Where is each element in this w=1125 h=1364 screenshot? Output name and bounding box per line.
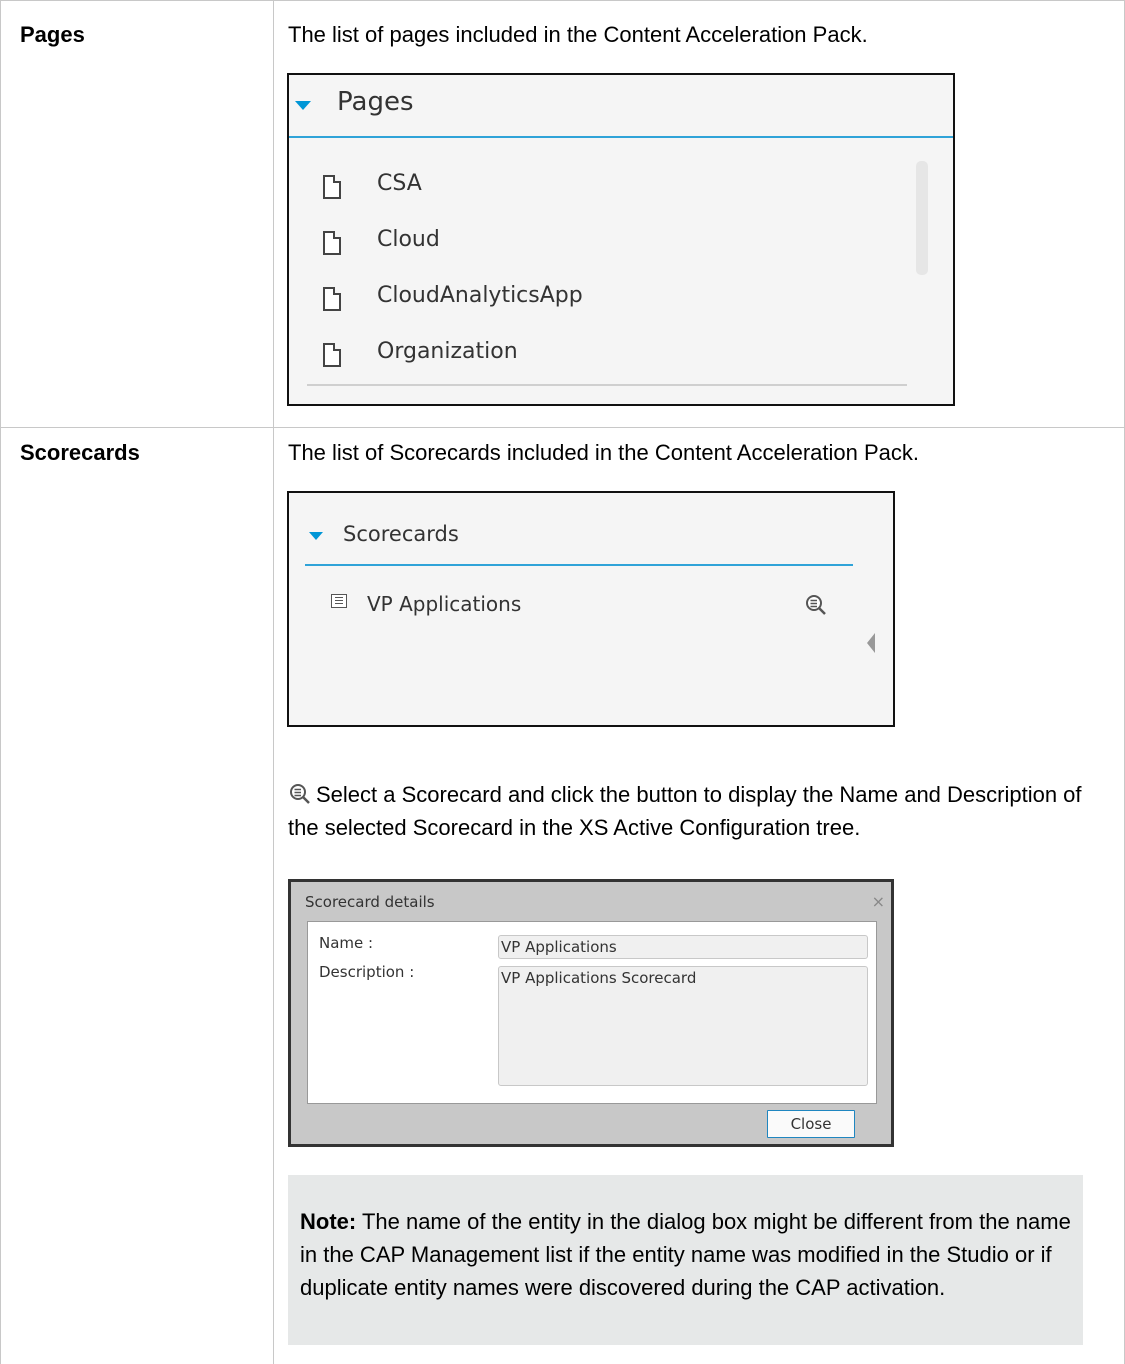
- row-label-pages: Pages: [20, 22, 85, 47]
- table-top-border: [0, 0, 1125, 1]
- note-box: Note: The name of the entity in the dial…: [288, 1175, 1083, 1345]
- list-item-label: CSA: [377, 171, 422, 196]
- note-text: The name of the entity in the dialog box…: [300, 1209, 1071, 1300]
- close-button[interactable]: Close: [767, 1110, 855, 1138]
- close-x-icon[interactable]: ×: [872, 892, 885, 911]
- scorecard-details-dialog: Scorecard details × Name : VP Applicatio…: [288, 879, 894, 1147]
- details-text: Select a Scorecard and click the button …: [288, 782, 1082, 840]
- row-description-pages: The list of pages included in the Conten…: [288, 22, 868, 47]
- list-item-label: Cloud: [377, 227, 440, 252]
- details-paragraph: Select a Scorecard and click the button …: [288, 778, 1088, 844]
- grid-list-icon: [331, 594, 347, 608]
- table-left-border: [0, 0, 1, 1364]
- page-icon: [323, 343, 341, 367]
- name-label: Name :: [319, 934, 374, 952]
- page-icon: [323, 287, 341, 311]
- list-item-label: Organization: [377, 339, 518, 364]
- description-label: Description :: [319, 963, 415, 981]
- scorecards-panel: Scorecards VP Applications: [287, 491, 895, 727]
- column-divider: [273, 0, 274, 1364]
- pages-panel-title[interactable]: Pages: [337, 87, 414, 117]
- list-item-label: CloudAnalyticsApp: [377, 283, 583, 308]
- panel-title-underline: [289, 136, 953, 138]
- row-divider: [0, 427, 1125, 428]
- note-label: Note:: [300, 1209, 357, 1234]
- panel-title-underline: [305, 564, 853, 566]
- name-field[interactable]: VP Applications: [498, 935, 868, 959]
- page-icon: [323, 175, 341, 199]
- magnifier-details-icon[interactable]: [805, 594, 827, 616]
- collapse-left-icon[interactable]: [867, 633, 875, 653]
- content-table: Pages The list of pages included in the …: [0, 0, 1125, 1364]
- list-bottom-divider: [307, 384, 907, 386]
- dialog-title: Scorecard details: [305, 893, 435, 911]
- magnifier-details-icon: [290, 784, 310, 804]
- caret-down-icon[interactable]: [309, 532, 323, 540]
- description-field[interactable]: VP Applications Scorecard: [498, 966, 868, 1086]
- list-item-label: VP Applications: [367, 592, 522, 616]
- page-icon: [323, 231, 341, 255]
- pages-panel: Pages CSA Cloud CloudAnalyticsApp Organi…: [287, 73, 955, 406]
- caret-down-icon[interactable]: [295, 101, 311, 110]
- row-label-scorecards: Scorecards: [20, 440, 140, 465]
- scrollbar-thumb[interactable]: [916, 161, 928, 275]
- dialog-body: Name : VP Applications Description : VP …: [307, 921, 877, 1104]
- row-description-scorecards: The list of Scorecards included in the C…: [288, 440, 920, 465]
- scorecards-panel-title[interactable]: Scorecards: [343, 522, 459, 546]
